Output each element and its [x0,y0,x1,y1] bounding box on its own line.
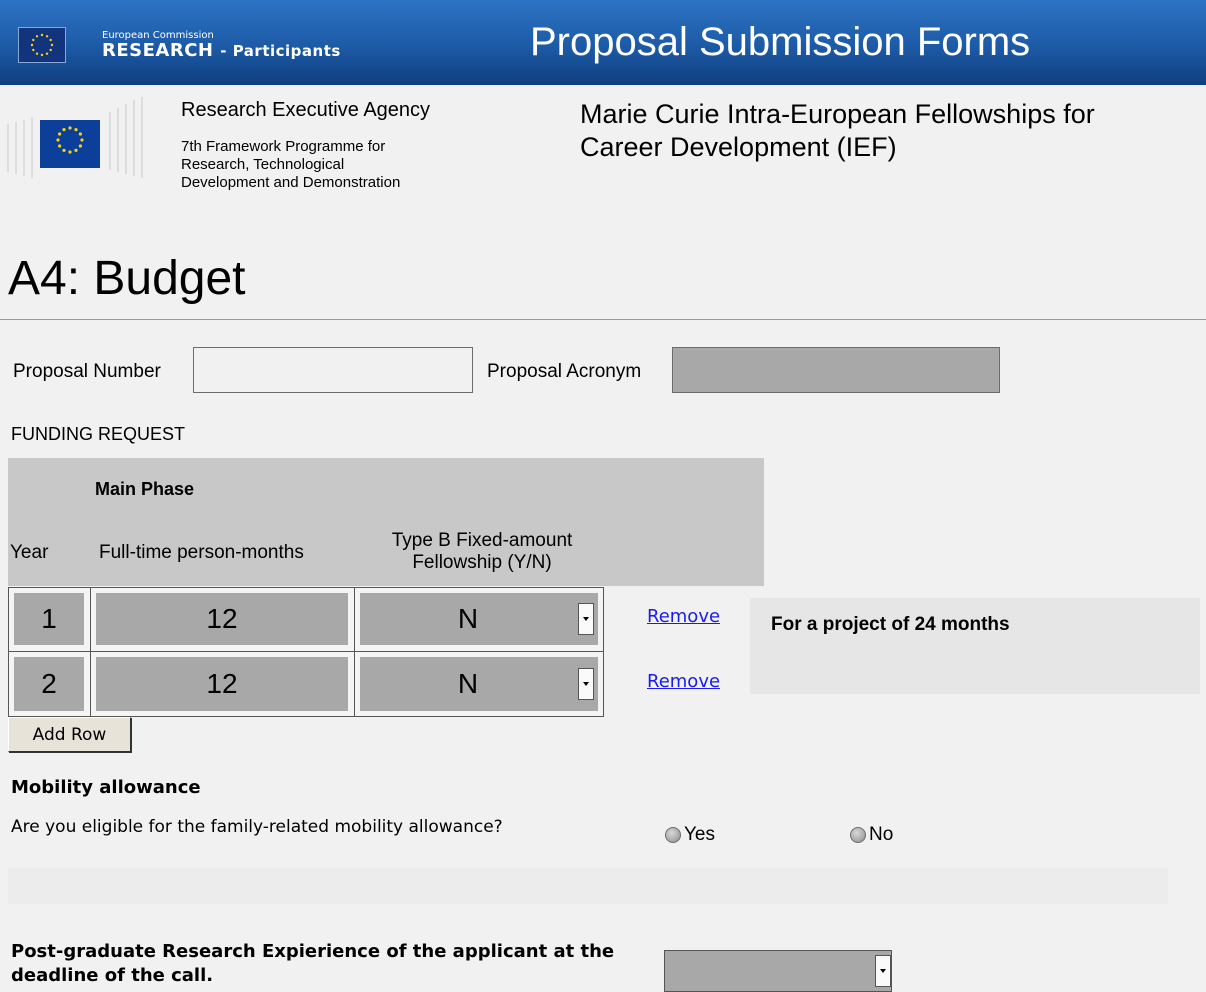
mobility-yes-option[interactable]: Yes [665,824,715,846]
postgrad-label-line1: Post-graduate Research Expierience of th… [11,941,615,962]
mobility-no-label: No [869,824,894,845]
agency-name: Research Executive Agency [181,99,431,121]
project-duration-note: For a project of 24 months [771,614,1010,635]
row1-dropdown-arrow-icon[interactable] [578,603,594,635]
postgrad-label-line2: deadline of the call. [11,965,214,986]
title-divider [0,319,1206,320]
column-year: Year [10,542,49,563]
funding-request-heading: FUNDING REQUEST [11,424,186,444]
proposal-number-label: Proposal Number [13,361,161,382]
radio-no-icon[interactable] [850,827,866,843]
banner-org-line2: RESEARCH - Participants [102,41,341,61]
project-duration-panel [750,598,1200,694]
programme-line1: Marie Curie Intra-European Fellowships f… [580,99,1095,129]
fp-line3: Development and Demonstration [181,174,401,191]
row2-remove-link[interactable]: Remove [647,671,720,692]
postgrad-experience-label: Post-graduate Research Expierience of th… [11,940,651,988]
banner-organisation: European Commission RESEARCH - Participa… [102,30,341,61]
grid-divider [354,587,355,717]
banner-org-suffix: - Participants [220,42,341,60]
grid-divider [8,651,604,652]
programme-line2: Career Development (IEF) [580,132,897,162]
column-person-months: Full-time person-months [99,542,304,563]
row2-type-b-select[interactable]: N [360,657,598,711]
proposal-acronym-input[interactable] [672,347,1000,393]
banner-title: Proposal Submission Forms [530,20,1031,64]
fp-line2: Research, Technological [181,156,345,173]
framework-programme: 7th Framework Programme for Research, Te… [181,138,481,192]
column-type-b: Type B Fixed-amount Fellowship (Y/N) [364,530,600,574]
proposal-number-input[interactable] [193,347,473,393]
add-row-button[interactable]: Add Row [8,717,131,752]
postgrad-dropdown-arrow-icon[interactable] [875,955,891,987]
programme-name: Marie Curie Intra-European Fellowships f… [580,98,1200,164]
row1-year-input[interactable]: 1 [14,593,84,645]
postgrad-experience-select[interactable] [664,950,892,992]
row2-months-input[interactable]: 12 [96,657,348,711]
column-type-b-line1: Type B Fixed-amount [391,530,573,551]
mobility-no-option[interactable]: No [850,824,893,846]
spacer-band [8,868,1168,904]
mobility-question: Are you eligible for the family-related … [11,817,503,837]
row1-remove-link[interactable]: Remove [647,606,720,627]
mobility-yes-label: Yes [684,824,715,845]
grid-divider [90,587,91,717]
row1-type-b-select[interactable]: N [360,593,598,645]
main-phase-label: Main Phase [95,479,195,499]
page-title: A4: Budget [8,252,246,305]
eu-flag-icon [18,27,66,63]
fp-line1: 7th Framework Programme for [181,138,386,155]
row2-dropdown-arrow-icon[interactable] [578,668,594,700]
top-banner: European Commission RESEARCH - Participa… [0,0,1206,85]
mobility-allowance-heading: Mobility allowance [11,777,201,798]
row1-months-input[interactable]: 12 [96,593,348,645]
row2-year-input[interactable]: 2 [14,657,84,711]
column-type-b-line2: Fellowship (Y/N) [412,552,552,573]
commission-building-logo-icon [6,94,156,184]
banner-org-main: RESEARCH [102,40,214,61]
radio-yes-icon[interactable] [665,827,681,843]
proposal-acronym-label: Proposal Acronym [487,361,642,382]
